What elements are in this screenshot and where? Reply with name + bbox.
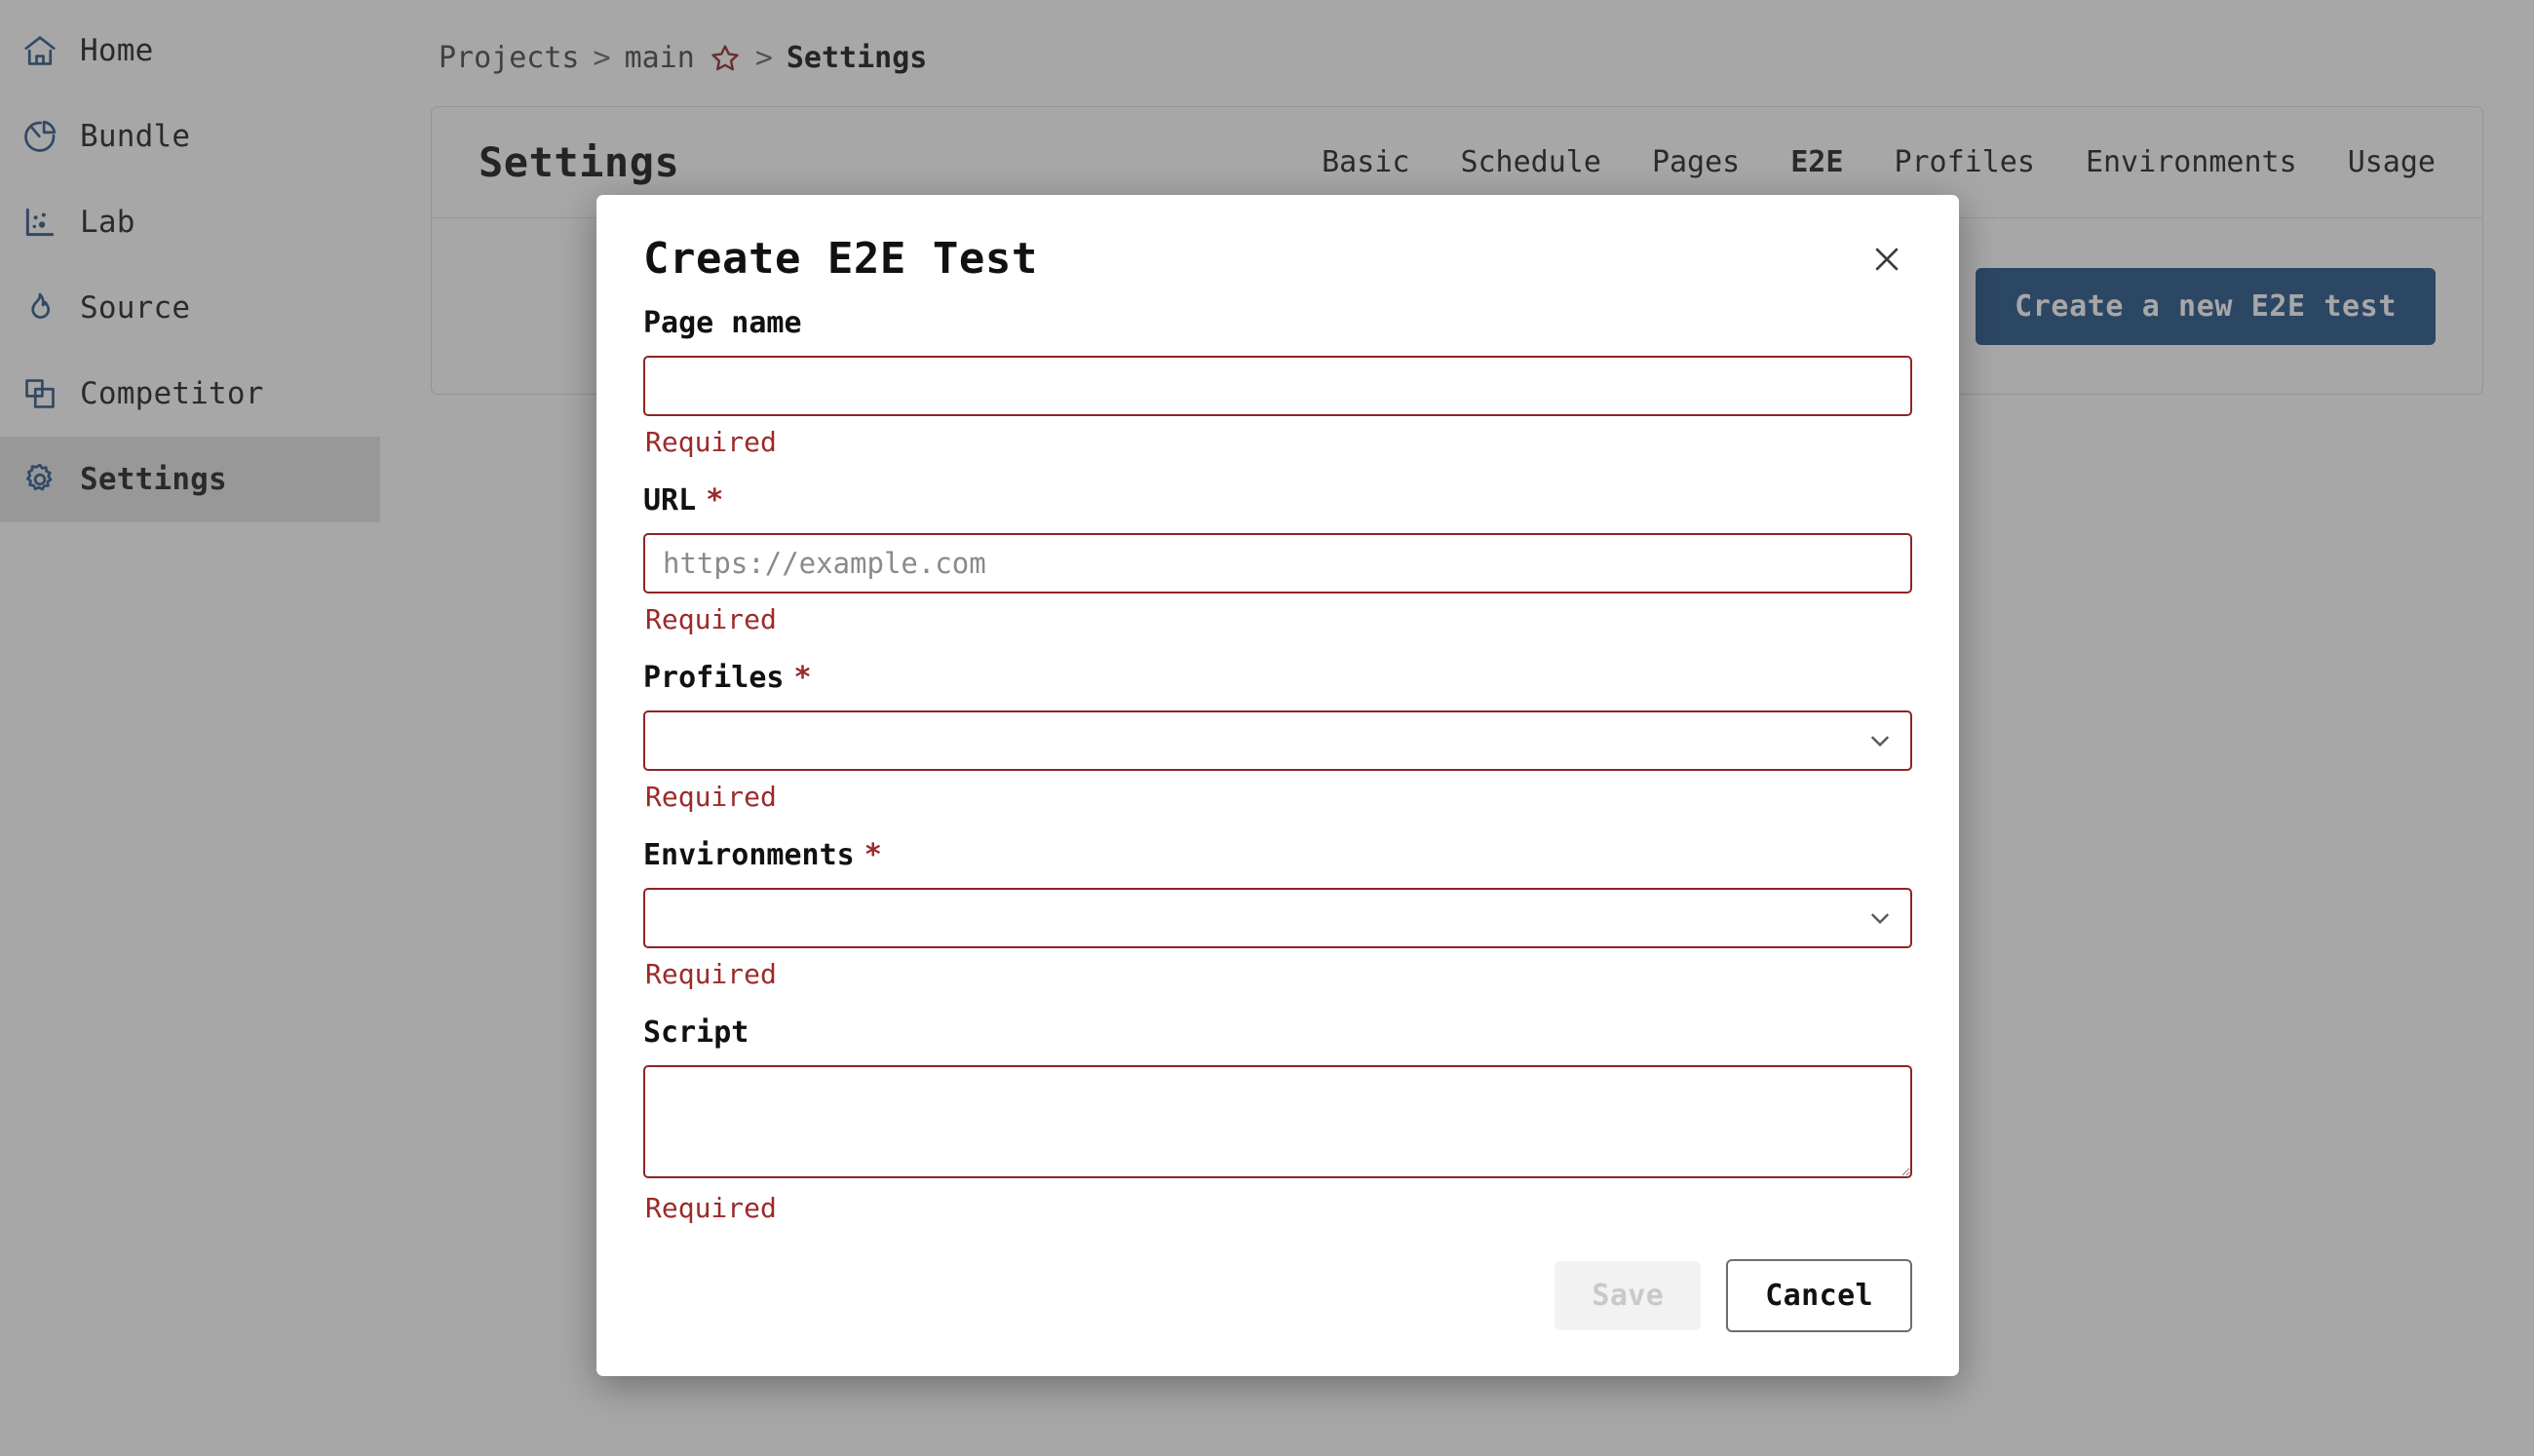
field-script: Script xyxy=(643,1015,1912,1182)
script-label-text: Script xyxy=(643,1015,749,1050)
create-e2e-test-dialog: Create E2E Test Page name Required URL *… xyxy=(596,195,1959,1376)
url-error: Required xyxy=(645,603,777,635)
cancel-button[interactable]: Cancel xyxy=(1726,1259,1912,1332)
page-name-input[interactable] xyxy=(643,356,1912,416)
profiles-select[interactable] xyxy=(643,710,1912,771)
environments-select[interactable] xyxy=(643,888,1912,948)
profiles-error: Required xyxy=(645,781,777,813)
required-asterisk: * xyxy=(793,661,812,695)
field-profiles: Profiles * xyxy=(643,661,1912,771)
dialog-body: Page name Required URL * Required Profil… xyxy=(643,306,1912,1249)
script-error: Required xyxy=(645,1192,777,1224)
required-asterisk: * xyxy=(706,483,724,517)
required-asterisk: * xyxy=(864,838,882,872)
environments-error: Required xyxy=(645,958,777,990)
url-label-text: URL xyxy=(643,483,697,517)
environments-label-text: Environments xyxy=(643,838,855,872)
save-button[interactable]: Save xyxy=(1555,1261,1702,1330)
profiles-label: Profiles * xyxy=(643,661,1912,695)
environments-select-wrap xyxy=(643,888,1912,948)
url-input[interactable] xyxy=(643,533,1912,594)
dialog-header: Create E2E Test xyxy=(643,195,1912,306)
script-textarea[interactable] xyxy=(643,1065,1912,1178)
close-button[interactable] xyxy=(1862,234,1912,285)
field-url: URL * xyxy=(643,483,1912,594)
url-label: URL * xyxy=(643,483,1912,517)
field-page-name: Page name xyxy=(643,306,1912,416)
dialog-footer: Save Cancel xyxy=(643,1249,1912,1385)
page-name-label: Page name xyxy=(643,306,1912,340)
environments-label: Environments * xyxy=(643,838,1912,872)
script-label: Script xyxy=(643,1015,1912,1050)
profiles-select-wrap xyxy=(643,710,1912,771)
field-environments: Environments * xyxy=(643,838,1912,948)
app-root: Home Bundle Lab Source Competitor Settin… xyxy=(0,0,2534,1456)
close-icon xyxy=(1870,243,1903,276)
profiles-label-text: Profiles xyxy=(643,661,785,695)
dialog-title: Create E2E Test xyxy=(643,234,1038,284)
page-name-label-text: Page name xyxy=(643,306,802,340)
page-name-error: Required xyxy=(645,426,777,458)
